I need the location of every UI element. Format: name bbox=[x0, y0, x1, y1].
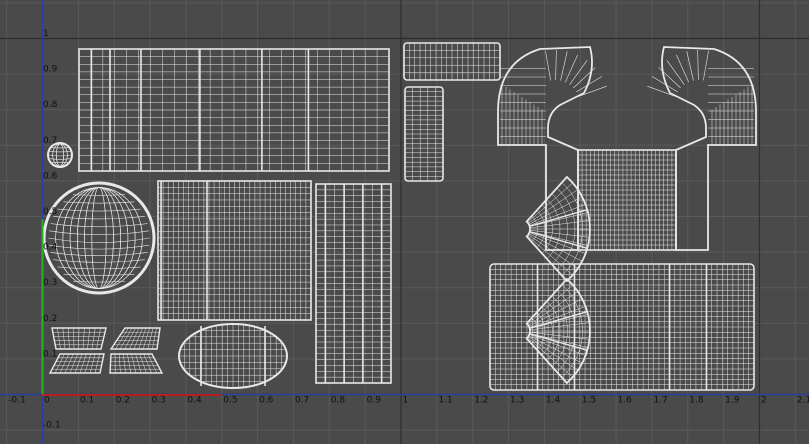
v-tick-label: 0.8 bbox=[43, 100, 58, 110]
u-tick-label: 0.2 bbox=[116, 396, 130, 406]
u-tick-label: 1.2 bbox=[474, 396, 488, 406]
v-tick-label: -0.1 bbox=[43, 421, 61, 431]
u-tick-label: 1 bbox=[403, 396, 409, 406]
u-tick-label: 2.1 bbox=[797, 396, 809, 406]
u-tick-label: 0.6 bbox=[259, 396, 274, 406]
u-tick-label: 1.3 bbox=[510, 396, 524, 406]
v-tick-label: 0.2 bbox=[43, 314, 57, 324]
u-tick-label: 1.4 bbox=[546, 396, 561, 406]
u-tick-label: 0.3 bbox=[152, 396, 166, 406]
v-tick-label: 0.7 bbox=[43, 136, 57, 146]
u-tick-label: 1.8 bbox=[689, 396, 704, 406]
u-tick-label: 1.1 bbox=[438, 396, 452, 406]
u-tick-label: 2 bbox=[761, 396, 767, 406]
uv-editor-viewport[interactable]: -0.1 0 0.1 0.2 0.3 0.4 0.5 0.6 0.7 0.8 0.9 1 1.1 1.2 1… bbox=[0, 0, 809, 444]
u-tick-label: -0.1 bbox=[8, 396, 26, 406]
v-tick-label: 0.9 bbox=[43, 65, 58, 75]
u-tick-label: 1.5 bbox=[582, 396, 596, 406]
tall-rect-shell[interactable] bbox=[404, 86, 444, 182]
v-tick-label: 0.4 bbox=[43, 243, 58, 253]
box-shell-upper[interactable] bbox=[577, 149, 677, 251]
u-tick-label: 0.1 bbox=[80, 396, 94, 406]
u-tick-label: 1.7 bbox=[653, 396, 667, 406]
ring-shell[interactable] bbox=[178, 323, 288, 389]
u-tick-label: 0.9 bbox=[367, 396, 382, 406]
u-tick-label: 1.9 bbox=[725, 396, 740, 406]
uv-grid-canvas[interactable]: -0.1 0 0.1 0.2 0.3 0.4 0.5 0.6 0.7 0.8 0.9 1 1.1 1.2 1… bbox=[0, 0, 809, 444]
v-tick-label: 1 bbox=[43, 29, 49, 39]
u-tick-label: 0.4 bbox=[187, 396, 202, 406]
v-tick-label: 0.1 bbox=[43, 349, 57, 359]
u-tick-label: 0 bbox=[44, 396, 50, 406]
u-tick-label: 0.8 bbox=[331, 396, 346, 406]
u-tick-label: 0.7 bbox=[295, 396, 309, 406]
v-tick-label: 0.6 bbox=[43, 171, 58, 181]
v-tick-label: 0.5 bbox=[43, 207, 57, 217]
u-tick-label: 0.5 bbox=[223, 396, 237, 406]
v-tick-label: 0.3 bbox=[43, 278, 57, 288]
u-tick-label: 1.6 bbox=[618, 396, 633, 406]
